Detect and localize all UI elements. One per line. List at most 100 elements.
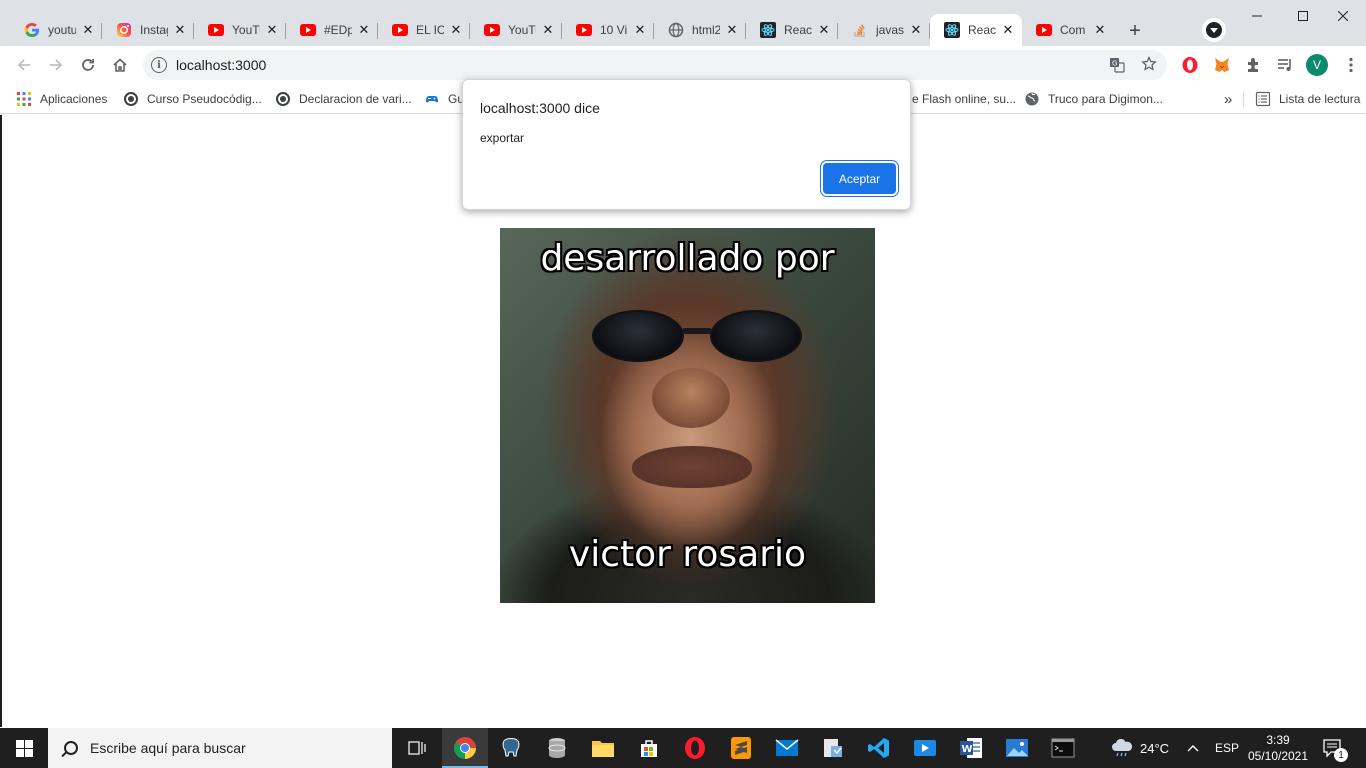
- tab-item[interactable]: Com ✕: [1022, 14, 1114, 46]
- extensions-icon[interactable]: [1245, 56, 1263, 74]
- taskbar-vscode[interactable]: [856, 728, 902, 768]
- bookmark-label: Truco para Digimon...: [1048, 92, 1163, 106]
- minimize-button[interactable]: [1234, 0, 1280, 32]
- tab-strip: youtu ✕ Instag ✕ YouTu ✕ #EDp ✕ EL ICI ✕…: [0, 0, 1366, 46]
- taskbar-database[interactable]: [534, 728, 580, 768]
- close-icon[interactable]: ✕: [724, 22, 740, 38]
- stackoverflow-icon: [852, 22, 868, 38]
- new-tab-button[interactable]: +: [1122, 18, 1148, 44]
- tab-item[interactable]: #EDp ✕: [286, 14, 378, 46]
- info-icon[interactable]: i: [151, 57, 167, 73]
- bookmarks-overflow-button[interactable]: »: [1224, 89, 1232, 109]
- tab-title: javas: [876, 23, 904, 37]
- react-icon: [760, 22, 776, 38]
- mail-icon: [775, 739, 799, 756]
- bookmark-item[interactable]: Declaracion de vari...: [275, 89, 412, 109]
- reading-list-button[interactable]: Lista de lectura: [1255, 89, 1360, 109]
- svg-text:W: W: [962, 744, 973, 755]
- taskbar-sublime[interactable]: [718, 728, 764, 768]
- weather-widget[interactable]: 24°C: [1110, 728, 1169, 768]
- url-text[interactable]: localhost:3000: [176, 57, 266, 73]
- bookmark-item[interactable]: Curso Pseudocódig...: [123, 89, 262, 109]
- taskbar-chrome[interactable]: [442, 728, 488, 768]
- globe-icon: [1024, 91, 1040, 107]
- media-control-icon[interactable]: [1276, 56, 1294, 74]
- taskbar-photos[interactable]: [994, 728, 1040, 768]
- tab-item-active[interactable]: React ✕: [930, 14, 1022, 46]
- bookmark-star-icon[interactable]: [1141, 55, 1157, 75]
- video-player-icon: [914, 740, 936, 756]
- taskbar-terminal[interactable]: [1040, 728, 1086, 768]
- reload-icon: [82, 59, 94, 71]
- notification-center-button[interactable]: 1: [1322, 728, 1348, 768]
- close-icon[interactable]: ✕: [264, 22, 280, 38]
- database-icon: [548, 738, 566, 758]
- close-icon[interactable]: ✕: [356, 22, 372, 38]
- taskbar-opera[interactable]: [672, 728, 718, 768]
- close-icon[interactable]: ✕: [448, 22, 464, 38]
- home-button[interactable]: [106, 51, 134, 79]
- window-close-button[interactable]: [1320, 0, 1366, 32]
- tab-item[interactable]: javas ✕: [838, 14, 930, 46]
- tab-item[interactable]: 10 Vi ✕: [562, 14, 654, 46]
- close-icon[interactable]: ✕: [816, 22, 832, 38]
- tab-title: YouTu: [232, 23, 260, 37]
- profile-avatar[interactable]: V: [1306, 54, 1328, 76]
- menu-kebab-icon[interactable]: [1342, 56, 1360, 74]
- close-icon[interactable]: ✕: [1092, 22, 1108, 38]
- translate-icon[interactable]: G: [1109, 57, 1125, 76]
- cloud-rain-icon: [1112, 739, 1133, 757]
- tab-title: Com: [1060, 23, 1086, 37]
- taskbar-media-player[interactable]: [902, 728, 948, 768]
- back-button[interactable]: [10, 51, 38, 79]
- bookmark-item[interactable]: e Flash online, su...: [912, 89, 1016, 109]
- tab-item[interactable]: Instag ✕: [102, 14, 194, 46]
- close-icon[interactable]: ✕: [632, 22, 648, 38]
- tab-item[interactable]: React ✕: [746, 14, 838, 46]
- metamask-icon[interactable]: [1213, 56, 1231, 74]
- clock-time: 3:39: [1266, 733, 1290, 747]
- start-button[interactable]: [0, 728, 48, 768]
- opera-icon[interactable]: [1181, 56, 1199, 74]
- taskbar-installer[interactable]: [810, 728, 856, 768]
- tab-search-button[interactable]: [1202, 18, 1226, 42]
- close-icon[interactable]: ✕: [908, 22, 924, 38]
- tab-item[interactable]: youtu ✕: [10, 14, 102, 46]
- task-view-button[interactable]: [394, 728, 440, 768]
- tray-overflow-button[interactable]: [1186, 728, 1200, 768]
- taskbar-mail[interactable]: [764, 728, 810, 768]
- close-icon[interactable]: ✕: [1000, 22, 1016, 38]
- taskbar-word[interactable]: W: [948, 728, 994, 768]
- task-view-icon: [408, 741, 426, 755]
- close-icon[interactable]: ✕: [540, 22, 556, 38]
- youtube-icon: [576, 22, 592, 38]
- close-icon[interactable]: ✕: [172, 22, 188, 38]
- close-icon[interactable]: ✕: [80, 22, 96, 38]
- language-indicator[interactable]: ESP: [1215, 728, 1239, 768]
- chevron-up-icon: [1187, 745, 1199, 752]
- reload-button[interactable]: [74, 51, 102, 79]
- bookmark-item[interactable]: Gu: [424, 89, 464, 109]
- tab-item[interactable]: YouTu ✕: [194, 14, 286, 46]
- clock[interactable]: 3:39 05/10/2021: [1248, 728, 1308, 768]
- taskbar-search-box[interactable]: Escribe aquí para buscar: [48, 728, 392, 768]
- tab-item[interactable]: YouTu ✕: [470, 14, 562, 46]
- tab-item[interactable]: EL ICI ✕: [378, 14, 470, 46]
- sunglasses-right-lens: [710, 310, 802, 362]
- tab-item[interactable]: html2 ✕: [654, 14, 746, 46]
- address-bar[interactable]: i localhost:3000 G: [143, 50, 1167, 80]
- site-icon: [275, 91, 291, 107]
- site-icon: [123, 91, 139, 107]
- bookmark-item[interactable]: Truco para Digimon...: [1024, 89, 1163, 109]
- forward-button[interactable]: [42, 51, 70, 79]
- bookmark-label: Curso Pseudocódig...: [147, 92, 262, 106]
- meme-image: desarrollado por victor rosario: [500, 228, 875, 603]
- bookmark-apps[interactable]: Aplicaciones: [16, 89, 107, 109]
- maximize-icon: [1298, 11, 1308, 21]
- taskbar-pgadmin[interactable]: [488, 728, 534, 768]
- windows-logo-icon: [15, 739, 33, 757]
- taskbar-file-explorer[interactable]: [580, 728, 626, 768]
- taskbar-store[interactable]: [626, 728, 672, 768]
- windows-taskbar: Escribe aquí para buscar W 24°C ESP 3:39…: [0, 728, 1366, 768]
- accept-button[interactable]: Aceptar: [823, 163, 896, 194]
